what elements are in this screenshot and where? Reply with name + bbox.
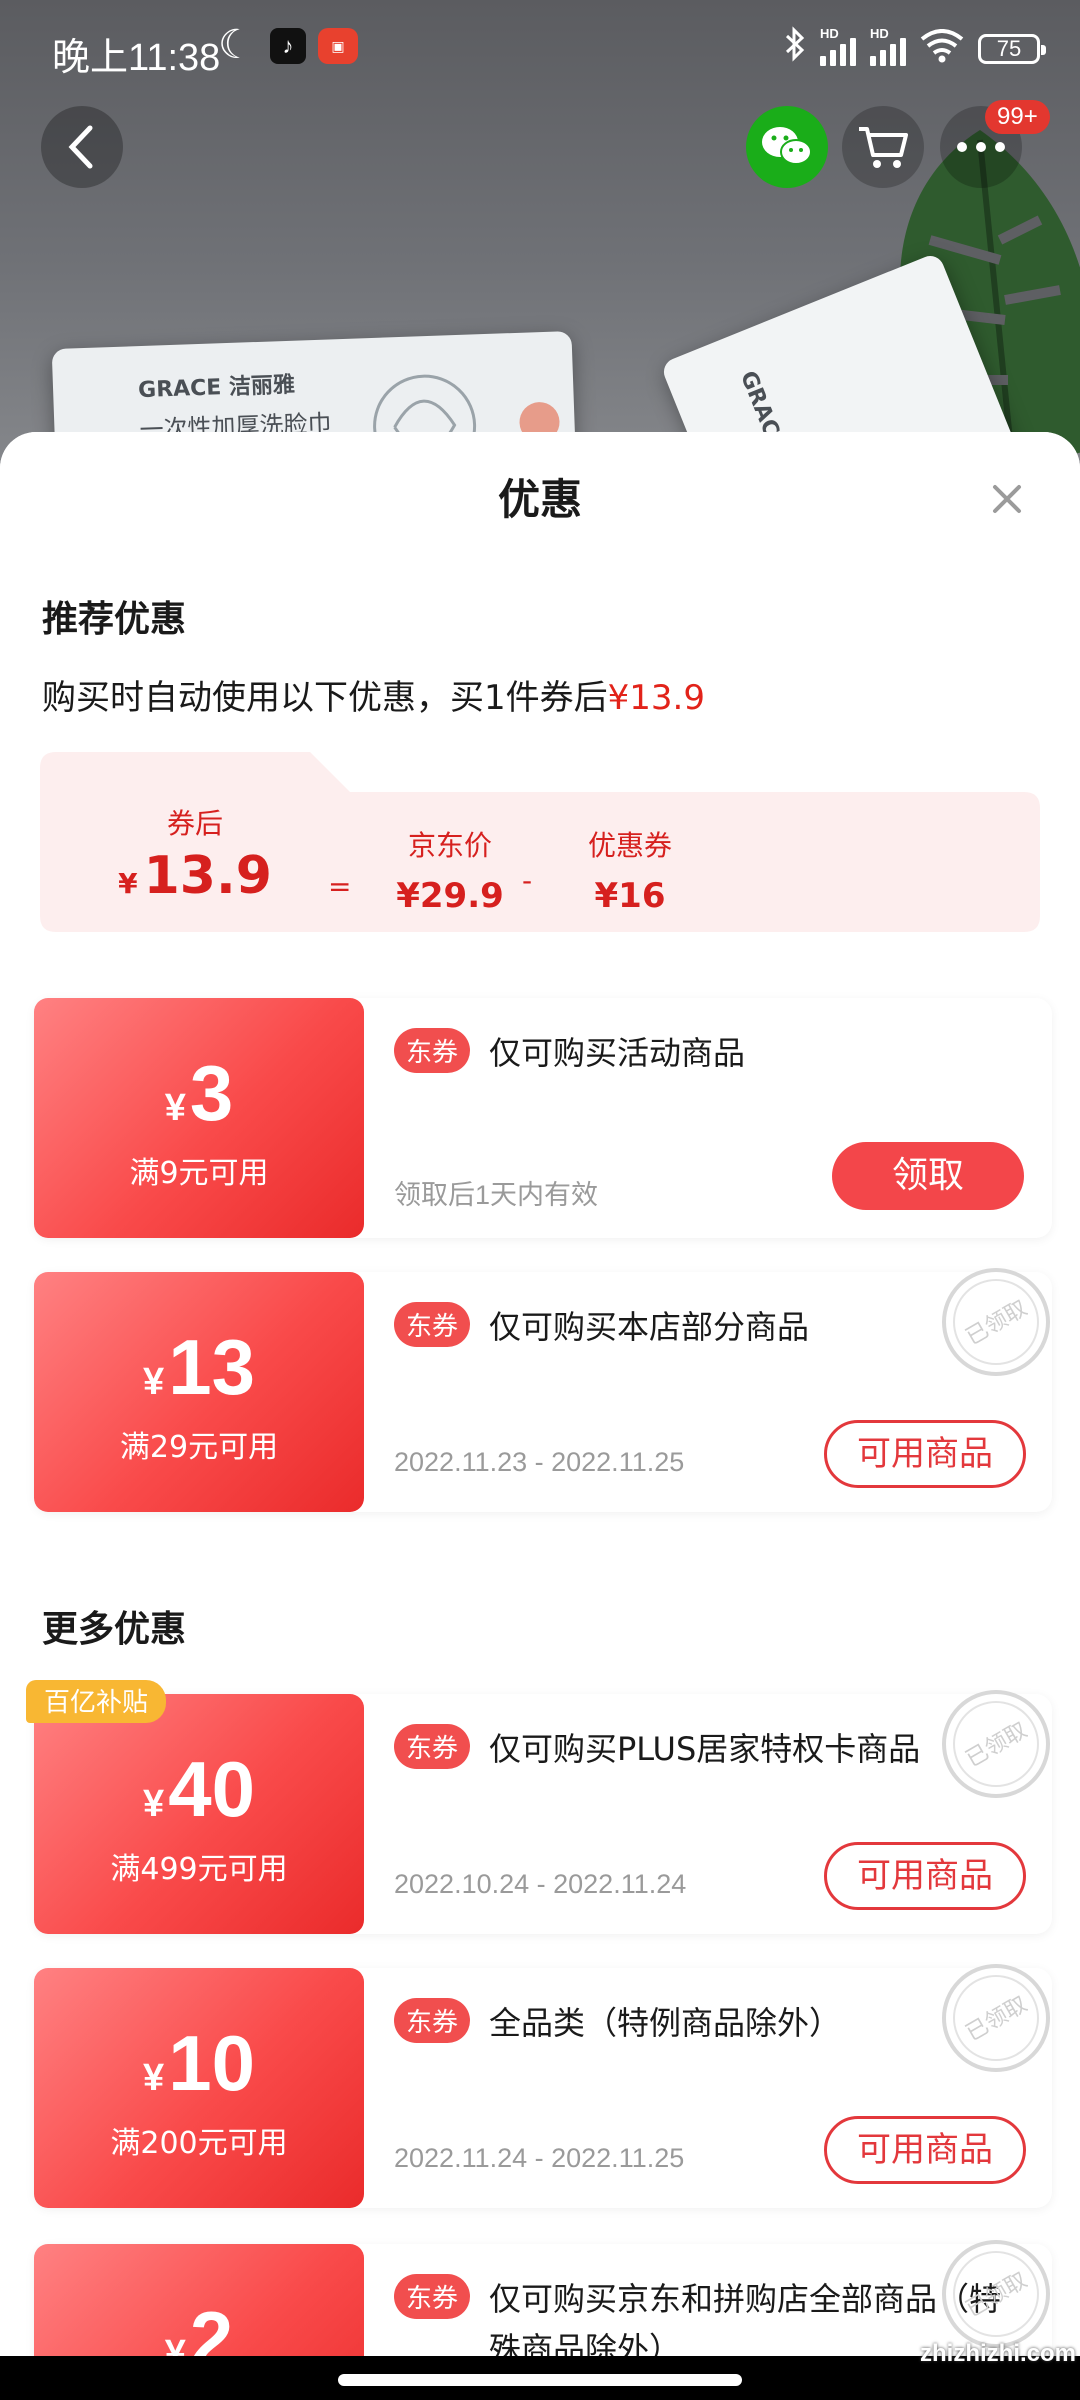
coupon-type-tag: 东券 [394, 1028, 471, 1073]
jd-price: 京东价 ¥29.9 [385, 824, 515, 916]
coupon-description: 全品类（特例商品除外） [489, 2004, 842, 2042]
usable-products-button[interactable]: 可用商品 [824, 1420, 1026, 1488]
coupon-type-tag: 东券 [394, 1998, 471, 2043]
coupon-value-panel: ¥3 满9元可用 [34, 998, 364, 1238]
wechat-share-button[interactable] [746, 106, 828, 188]
coupon-card: ¥3 满9元可用 东券 仅可购买活动商品 领取后1天内有效 领取 [34, 998, 1052, 1238]
hd-label-2: HD [870, 25, 889, 41]
tiktok-icon: ♪ [270, 28, 306, 64]
equals-sign: = [328, 870, 352, 903]
coupon-discount-label: 优惠券 [587, 829, 672, 862]
coupon-condition: 满9元可用 [129, 1156, 269, 1191]
close-icon [993, 485, 1021, 513]
coupon-description: 仅可购买活动商品 [489, 1034, 746, 1072]
after-coupon-amount: 13.9 [143, 846, 272, 906]
signal-icon: HD [820, 26, 856, 66]
minus-sign: - [522, 864, 533, 897]
auto-apply-description: 购买时自动使用以下优惠，买1件券后¥13.9 [42, 670, 705, 719]
claimed-stamp-icon: 已领取 [934, 2232, 1054, 2352]
cart-icon [859, 127, 908, 168]
coupon-amount-value: 40 [168, 1745, 255, 1833]
coupon-card: ¥10 满200元可用 东券 全品类（特例商品除外） 2022.11.24 - … [34, 1964, 1052, 2208]
coupon-amount-value: 10 [168, 2019, 255, 2107]
battery-icon: 75 [978, 33, 1046, 64]
jd-price-value: ¥29.9 [396, 876, 504, 916]
coupon-amount-value: 3 [189, 1049, 234, 1137]
coupon-currency: ¥ [164, 1087, 186, 1129]
sheet-title: 优惠 [497, 475, 582, 524]
coupon-validity: 2022.10.24 - 2022.11.24 [394, 1869, 687, 1899]
coupon-currency: ¥ [143, 2057, 165, 2099]
more-dots-icon [957, 142, 1005, 152]
jd-price-label: 京东价 [407, 829, 492, 862]
coupon-validity: 2022.11.24 - 2022.11.25 [394, 2143, 685, 2173]
auto-apply-text: 购买时自动使用以下优惠，买1件券后 [42, 678, 608, 718]
recommended-section-title: 推荐优惠 [42, 599, 187, 640]
coupon-amount: ¥3 [34, 1048, 364, 1139]
coupon-amount: ¥40 [34, 1744, 364, 1835]
after-coupon-value: ¥13.9 [90, 846, 300, 906]
status-time: 晚上11:38 [52, 37, 221, 79]
wifi-icon [920, 29, 964, 68]
coupon-type-tag: 东券 [394, 2274, 471, 2319]
coupon-condition: 满29元可用 [119, 1430, 279, 1465]
coupon-card: ¥13 满29元可用 东券 仅可购买本店部分商品 2022.11.23 - 20… [34, 1268, 1052, 1512]
coupon-sheet: 优惠 推荐优惠 购买时自动使用以下优惠，买1件券后¥13.9 券后 ¥13.9 … [0, 432, 1080, 2400]
stamp-text: 已领取 [962, 2268, 1032, 2323]
claimed-stamp-icon: 已领取 [934, 1260, 1054, 1380]
bluetooth-icon [784, 26, 806, 71]
battery-level: 75 [996, 35, 1022, 61]
coupon-description: 仅可购买PLUS居家特权卡商品 [489, 1730, 921, 1768]
home-indicator[interactable] [338, 2374, 742, 2386]
after-coupon-currency: ¥ [118, 867, 138, 900]
signal-icon-2: HD [870, 26, 906, 66]
chevron-left-icon [68, 125, 93, 169]
back-button[interactable] [41, 106, 123, 188]
subsidy-badge: 百亿补贴 [26, 1680, 167, 1723]
coupon-amount-value: 13 [168, 1323, 255, 1411]
cart-button[interactable] [842, 106, 924, 188]
coupon-value-panel: ¥40 满499元可用 [34, 1694, 364, 1934]
app-notification-icon: ▣ [318, 28, 358, 64]
package-brand: GRACE 洁丽雅 [137, 372, 296, 404]
coupon-discount: 优惠券 ¥16 [570, 824, 690, 916]
coupon-description: 仅可购买本店部分商品 [489, 1308, 810, 1346]
status-bar: 晚上11:38 ☾ ♪ ▣ HD HD 75 [0, 0, 1080, 96]
claim-coupon-button[interactable]: 领取 [832, 1142, 1024, 1210]
coupon-value-panel: ¥13 满29元可用 [34, 1272, 364, 1512]
usable-products-button[interactable]: 可用商品 [824, 1842, 1026, 1910]
coupon-condition: 满200元可用 [110, 2126, 288, 2161]
coupon-currency: ¥ [143, 1783, 165, 1825]
coupon-type-tag: 东券 [394, 1724, 471, 1769]
coupon-currency: ¥ [143, 1361, 165, 1403]
coupon-validity: 领取后1天内有效 [394, 1180, 599, 1210]
after-coupon-label: 券后 [166, 807, 223, 840]
coupon-card: ¥40 满499元可用 百亿补贴 东券 仅可购买PLUS居家特权卡商品 2022… [26, 1680, 1052, 1934]
coupon-amount: ¥13 [34, 1322, 364, 1413]
watermark: zhizhizhi.com [920, 2340, 1076, 2367]
hd-label: HD [820, 25, 839, 41]
coupon-validity: 2022.11.23 - 2022.11.25 [394, 1447, 685, 1477]
wechat-icon [762, 127, 812, 165]
cart-count-badge: 99+ [985, 100, 1050, 134]
coupon-amount: ¥10 [34, 2018, 364, 2109]
usable-products-button[interactable]: 可用商品 [824, 2116, 1026, 2184]
claimed-stamp-icon: 已领取 [934, 1956, 1054, 2076]
moon-icon: ☾ [218, 23, 254, 67]
coupon-discount-value: ¥16 [594, 876, 666, 916]
coupon-value-panel: ¥10 满200元可用 [34, 1968, 364, 2208]
coupon-condition: 满499元可用 [110, 1852, 288, 1887]
more-section-title: 更多优惠 [42, 1609, 187, 1650]
coupon-type-tag: 东券 [394, 1302, 471, 1347]
claimed-stamp-icon: 已领取 [934, 1682, 1054, 1802]
stamp-text: 已领取 [962, 1992, 1032, 2047]
stamp-text: 已领取 [962, 1718, 1032, 1773]
stamp-text: 已领取 [962, 1296, 1032, 1351]
auto-apply-price: ¥13.9 [607, 678, 705, 718]
after-coupon-price: 券后 ¥13.9 [90, 802, 300, 906]
close-button[interactable] [980, 472, 1034, 526]
